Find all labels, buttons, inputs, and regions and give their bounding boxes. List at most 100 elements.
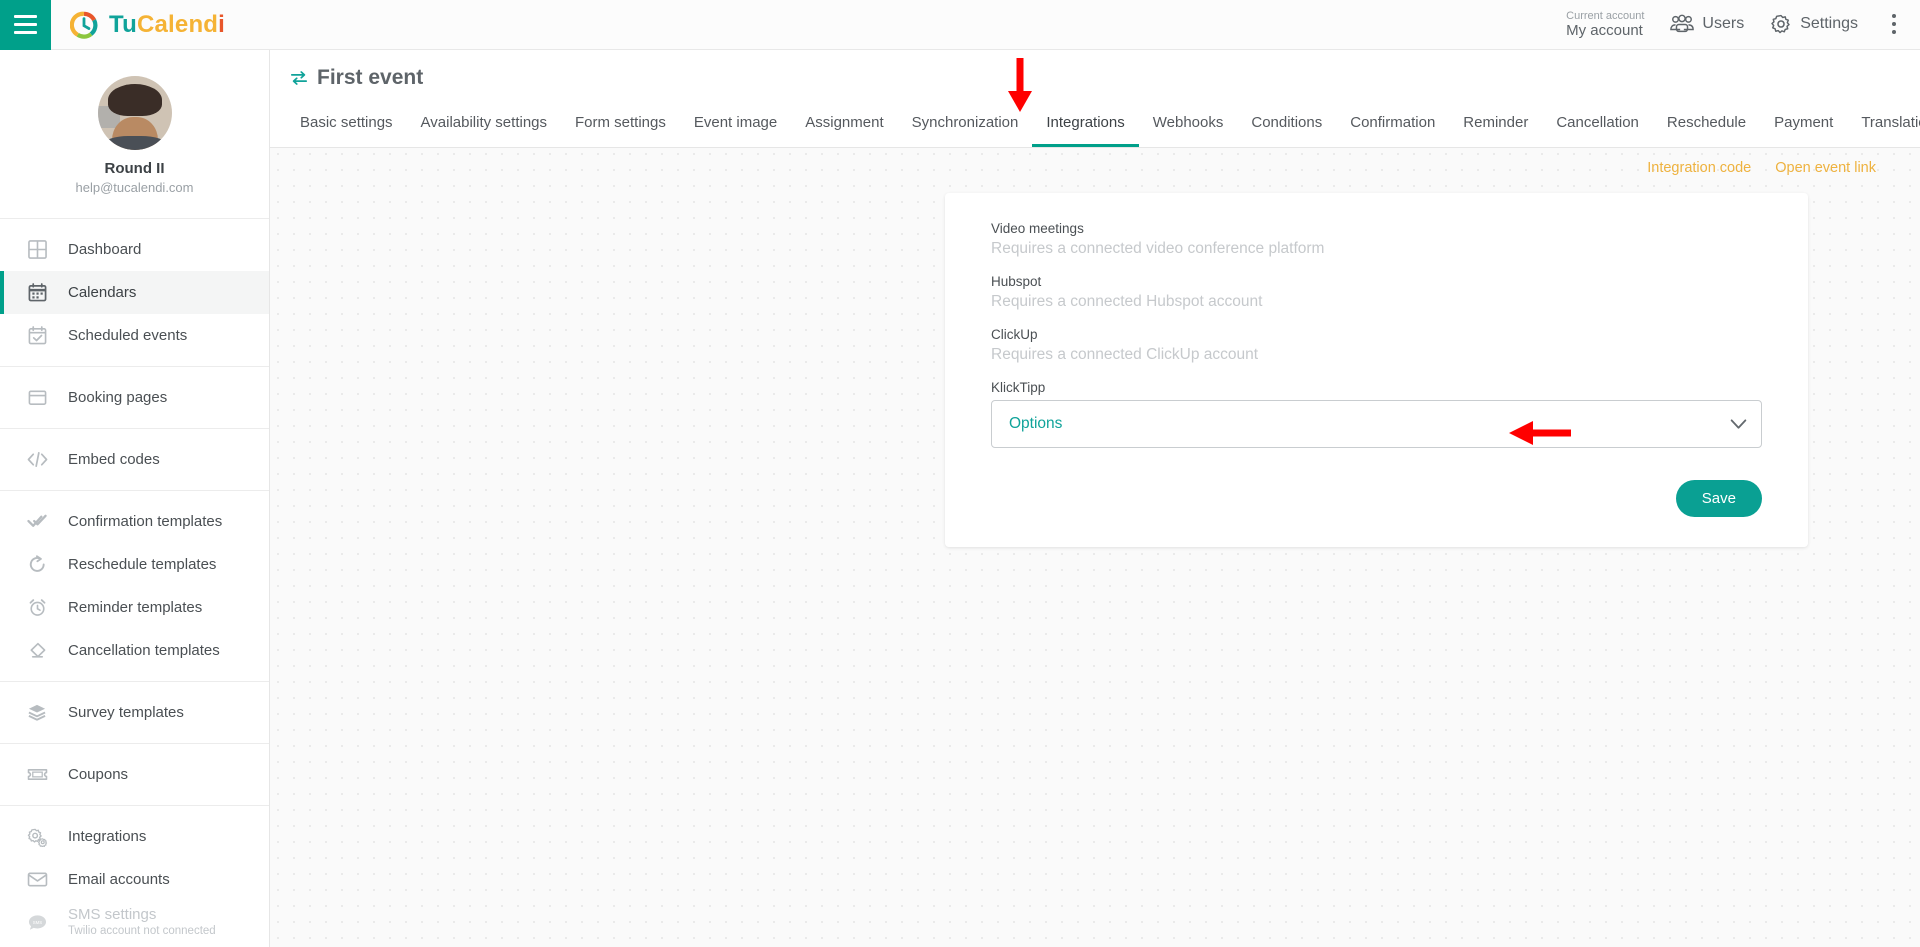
event-tabs: Basic settings Availability settings For…	[270, 107, 1920, 147]
alarm-clock-icon	[24, 596, 50, 620]
brand-title: TuCalendi	[109, 11, 225, 39]
sidebar-item-label: SMS settings	[68, 906, 157, 924]
integration-name: Video meetings	[991, 221, 1084, 236]
tab-reschedule[interactable]: Reschedule	[1653, 107, 1760, 147]
current-account-switcher[interactable]: Current account My account	[1566, 10, 1644, 40]
kebab-dot	[1892, 22, 1896, 27]
calendar-check-icon	[24, 324, 50, 348]
sidebar-divider	[0, 805, 269, 806]
brand-part-3: i	[218, 10, 226, 38]
open-event-link[interactable]: Open event link	[1775, 160, 1876, 176]
page-title-text: First event	[317, 66, 424, 89]
sidebar-item-booking-pages[interactable]: Booking pages	[0, 376, 269, 419]
sidebar-item-label: Coupons	[68, 765, 129, 783]
profile-email: help@tucalendi.com	[75, 180, 194, 195]
chevron-down-icon	[1730, 418, 1747, 430]
brand-logo[interactable]: TuCalendi	[70, 11, 225, 39]
burger-line	[14, 23, 37, 26]
avatar	[97, 76, 172, 150]
sidebar-item-cancellation-templates[interactable]: Cancellation templates	[0, 629, 269, 672]
integrations-list: Video meetings Requires a connected vide…	[955, 215, 1798, 448]
sidebar-divider	[0, 743, 269, 744]
sidebar-divider	[0, 681, 269, 682]
sidebar-item-integrations[interactable]: Integrations	[0, 815, 269, 858]
integrations-card: Video meetings Requires a connected vide…	[945, 193, 1808, 547]
sidebar-item-survey-templates[interactable]: Survey templates	[0, 691, 269, 734]
sidebar-profile: Round II help@tucalendi.com	[0, 50, 269, 209]
calendar-icon	[24, 281, 50, 305]
code-brackets-icon	[24, 448, 50, 472]
klicktipp-label: KlickTipp	[991, 380, 1046, 395]
integration-description: Requires a connected ClickUp account	[991, 346, 1259, 363]
sidebar-item-label: Calendars	[68, 283, 137, 301]
sidebar-item-calendars[interactable]: Calendars	[0, 271, 269, 314]
sidebar-item-reminder-templates[interactable]: Reminder templates	[0, 586, 269, 629]
current-account-name: My account	[1566, 22, 1643, 40]
users-label: Users	[1702, 15, 1745, 33]
tab-webhooks[interactable]: Webhooks	[1139, 107, 1238, 147]
svg-text:SMS: SMS	[32, 920, 42, 925]
integration-code-link[interactable]: Integration code	[1647, 160, 1751, 176]
eraser-icon	[24, 639, 50, 663]
tab-reminder[interactable]: Reminder	[1449, 107, 1542, 147]
sidebar-item-label: Embed codes	[68, 450, 160, 468]
avatar-shirt	[103, 136, 166, 150]
sidebar-divider	[0, 490, 269, 491]
kebab-menu-icon[interactable]	[1884, 10, 1904, 38]
sidebar-item-label: Scheduled events	[68, 326, 188, 344]
main-content: First event Basic settings Availability …	[270, 50, 1920, 947]
sidebar-item-label: Dashboard	[68, 240, 142, 258]
sidebar: Round II help@tucalendi.com Dashboard Ca…	[0, 50, 270, 947]
sidebar-item-confirmation-templates[interactable]: Confirmation templates	[0, 500, 269, 543]
sidebar-item-label: Reschedule templates	[68, 555, 217, 573]
brand-part-2: Calend	[136, 10, 219, 38]
sidebar-item-dashboard[interactable]: Dashboard	[0, 228, 269, 271]
sms-bubble-icon: SMS	[24, 911, 50, 935]
tab-availability-settings[interactable]: Availability settings	[407, 107, 561, 147]
tab-assignment[interactable]: Assignment	[791, 107, 897, 147]
current-account-label: Current account	[1566, 9, 1645, 22]
tab-translations[interactable]: Translations	[1847, 107, 1920, 147]
users-button[interactable]: Users	[1670, 14, 1744, 34]
tucalendi-clock-logo	[70, 11, 98, 39]
sidebar-item-coupons[interactable]: Coupons	[0, 753, 269, 796]
gear-icon	[1771, 15, 1790, 34]
kebab-dot	[1892, 30, 1896, 35]
hamburger-menu-icon[interactable]	[0, 0, 51, 50]
burger-line	[14, 31, 37, 34]
integration-klicktipp: KlickTipp Options	[991, 380, 1762, 448]
tab-synchronization[interactable]: Synchronization	[898, 107, 1033, 147]
double-check-icon	[24, 510, 50, 534]
tab-form-settings[interactable]: Form settings	[561, 107, 680, 147]
page-action-links: Integration code Open event link	[270, 148, 1920, 176]
layers-icon	[24, 701, 50, 725]
tab-cancellation[interactable]: Cancellation	[1542, 107, 1653, 147]
klicktipp-selected-value: Options	[1009, 415, 1063, 432]
sidebar-item-email-accounts[interactable]: Email accounts	[0, 858, 269, 901]
tab-integrations[interactable]: Integrations	[1032, 107, 1139, 147]
sidebar-item-sublabel: Twilio account not connected	[68, 924, 216, 937]
tab-payment[interactable]: Payment	[1760, 107, 1847, 147]
integration-hubspot: Hubspot Requires a connected Hubspot acc…	[991, 268, 1762, 321]
sidebar-item-label: Survey templates	[68, 703, 184, 721]
sidebar-item-embed-codes[interactable]: Embed codes	[0, 438, 269, 481]
users-group-icon	[1670, 15, 1695, 33]
sidebar-item-label: Booking pages	[68, 388, 168, 406]
integration-name: Hubspot	[991, 274, 1042, 289]
tab-confirmation[interactable]: Confirmation	[1336, 107, 1449, 147]
tab-event-image[interactable]: Event image	[680, 107, 791, 147]
tab-basic-settings[interactable]: Basic settings	[286, 107, 407, 147]
sidebar-item-scheduled-events[interactable]: Scheduled events	[0, 314, 269, 357]
sidebar-item-sms-settings[interactable]: SMS SMS settings Twilio account not conn…	[0, 901, 269, 944]
sidebar-item-reschedule-templates[interactable]: Reschedule templates	[0, 543, 269, 586]
sidebar-item-label: Integrations	[68, 827, 147, 845]
klicktipp-options-select[interactable]: Options	[991, 400, 1762, 448]
sidebar-item-label: Confirmation templates	[68, 512, 223, 530]
tab-conditions[interactable]: Conditions	[1237, 107, 1336, 147]
settings-button[interactable]: Settings	[1770, 13, 1858, 35]
grid-dashboard-icon	[24, 238, 50, 262]
ticket-icon	[24, 763, 50, 787]
sidebar-divider	[0, 218, 269, 219]
save-button[interactable]: Save	[1675, 480, 1762, 517]
top-bar: TuCalendi Current account My account Use…	[0, 0, 1920, 50]
